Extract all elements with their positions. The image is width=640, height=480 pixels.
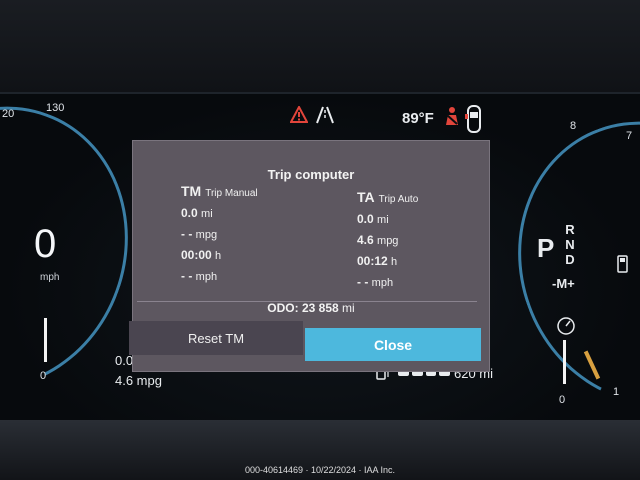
trip-auto-code: TA (357, 189, 375, 205)
rpm-tick-0: 0 (559, 394, 566, 406)
odometer-label: ODO: (267, 301, 299, 315)
trip-summary-economy: 4.6 mpg (115, 373, 162, 388)
rpm-tick-1: 1 (613, 386, 620, 398)
gear-options: R N D (562, 222, 578, 267)
trip-auto-economy: 4.6 mpg (357, 233, 399, 247)
speed-tick-20: 20 (2, 108, 15, 120)
speed-needle (44, 318, 47, 362)
trip-manual-distance: 0.0 mi (181, 206, 213, 220)
speed-tick-0: 0 (40, 370, 47, 382)
fuel-pump-icon (617, 255, 628, 273)
reset-tm-button[interactable]: Reset TM (129, 321, 303, 355)
trip-auto-time: 00:12 h (357, 254, 398, 268)
trip-manual-label: Trip Manual (205, 188, 258, 199)
trip-auto-speed: - - mph (357, 275, 394, 289)
trip-manual-column: TM Trip Manual 0.0 mi - - mpg 00:00 h - -… (181, 183, 258, 287)
rpm-tick-8: 8 (570, 120, 577, 132)
dialog-title: Trip computer (267, 167, 355, 182)
speed-unit: mph (40, 272, 60, 283)
manual-mode-indicator: -M+ (552, 276, 575, 291)
rpm-tick-7: 7 (626, 130, 633, 142)
trip-auto-distance: 0.0 mi (357, 212, 389, 226)
trip-computer-dialog: Trip computer TM Trip Manual 0.0 mi - - m… (129, 140, 490, 372)
speed-readout: 0 (34, 222, 57, 266)
odometer: ODO: 23 858 mi (133, 301, 489, 315)
tachometer-needle (563, 340, 566, 384)
warning-triangle-icon (290, 106, 308, 123)
odometer-value: 23 858 (301, 301, 339, 315)
gear-option-n: N (565, 237, 575, 252)
odometer-unit: mi (342, 301, 355, 315)
car-top-view-icon (465, 105, 481, 133)
gauge-dial-icon (557, 317, 575, 335)
trip-manual-speed: - - mph (181, 269, 218, 283)
trip-manual-economy: - - mpg (181, 227, 218, 241)
speed-tick-130: 130 (46, 102, 65, 114)
trip-auto-label: Trip Auto (378, 194, 419, 205)
gear-option-d: D (565, 252, 575, 267)
outside-temperature: 89°F (402, 110, 434, 127)
trip-manual-code: TM (181, 183, 202, 199)
watermark: 000-40614469 · 10/22/2024 · IAA Inc. (244, 465, 396, 475)
gear-selected: P (537, 233, 555, 263)
close-button[interactable]: Close (305, 328, 481, 361)
gear-option-r: R (565, 222, 575, 237)
trip-auto-header: TA Trip Auto (357, 189, 418, 205)
trip-manual-time: 00:00 h (181, 248, 222, 262)
seatbelt-warning-icon (446, 107, 458, 125)
trip-auto-column: TA Trip Auto 0.0 mi 4.6 mpg 00:12 h - - m… (357, 189, 418, 293)
road-departure-icon (316, 106, 334, 124)
trip-manual-header: TM Trip Manual (181, 183, 258, 199)
